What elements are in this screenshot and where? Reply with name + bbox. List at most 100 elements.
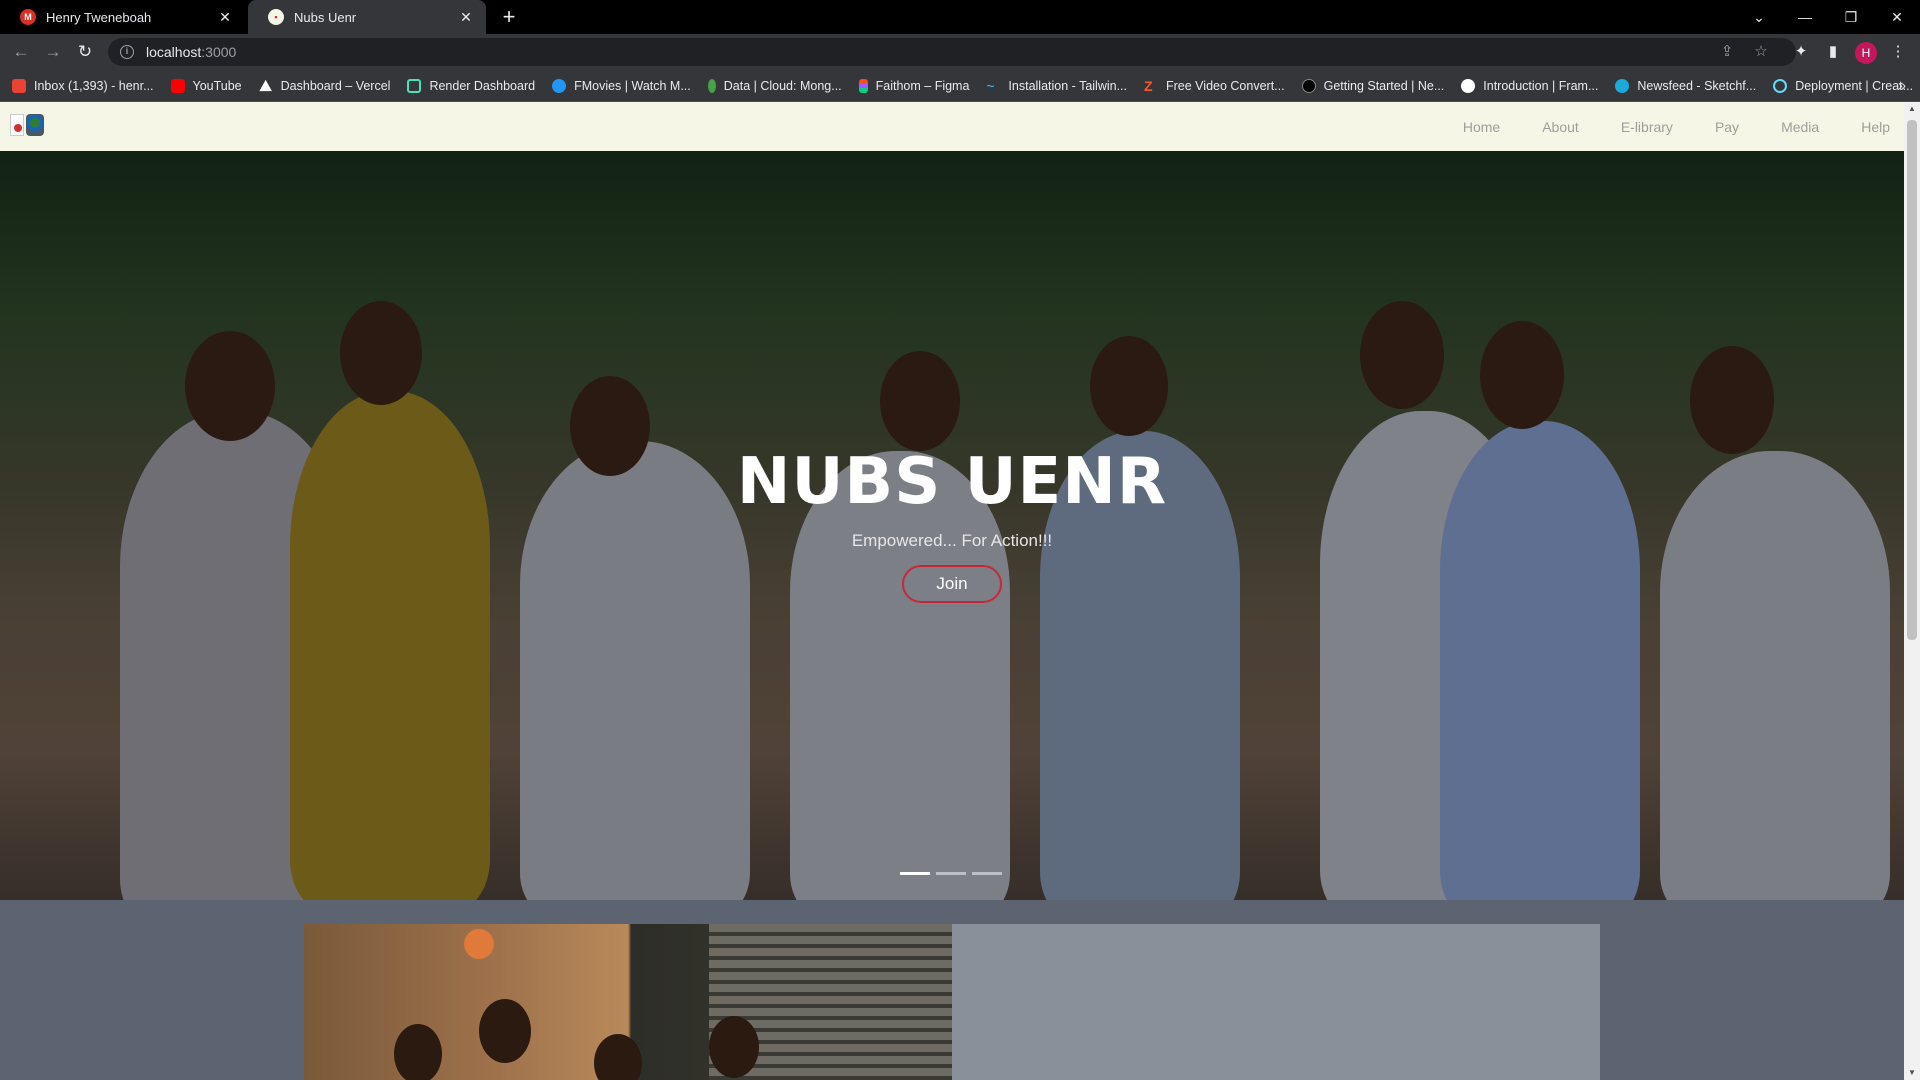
browser-toolbar: ← → ↻ i localhost:3000 ⇪ ☆ ✦ ▮ H ⋮ <box>0 34 1920 70</box>
restore-button[interactable]: ❐ <box>1828 0 1874 34</box>
tab-search-icon[interactable]: ⌄ <box>1736 0 1782 34</box>
bookmark-label: Installation - Tailwin... <box>1008 78 1127 93</box>
scrollbar-thumb[interactable] <box>1907 120 1917 640</box>
bookmarks-bar: Inbox (1,393) - henr... YouTube Dashboar… <box>0 70 1920 102</box>
photo-decoration <box>464 929 494 959</box>
youtube-icon <box>170 78 185 93</box>
more-bookmarks-icon[interactable]: » <box>1898 77 1906 93</box>
site-logo[interactable] <box>10 114 44 136</box>
hero-title: NUBS UENR <box>736 445 1168 519</box>
close-icon[interactable]: ✕ <box>217 9 233 26</box>
hero-photo-figure <box>1360 301 1444 409</box>
bookmark-gmail[interactable]: Inbox (1,393) - henr... <box>12 78 154 93</box>
hero-photo-figure <box>1690 346 1774 454</box>
bookmark-label: Dashboard – Vercel <box>280 78 391 93</box>
bookmark-vercel[interactable]: Dashboard – Vercel <box>259 78 391 93</box>
bookmark-video-converter[interactable]: Z Free Video Convert... <box>1144 79 1285 93</box>
tailwind-icon: ~ <box>986 77 995 94</box>
url-port: :3000 <box>201 44 237 60</box>
nav-media[interactable]: Media <box>1781 119 1819 135</box>
nav-help[interactable]: Help <box>1861 119 1890 135</box>
hero-content: NUBS UENR Empowered... For Action!!! Joi… <box>0 445 1904 603</box>
menu-icon[interactable]: ⋮ <box>1888 42 1908 62</box>
page-scrollbar[interactable]: ▲ ▼ <box>1904 102 1920 1080</box>
extensions-icon[interactable]: ✦ <box>1791 42 1811 62</box>
tab-henry-tweneboah[interactable]: M Henry Tweneboah ✕ <box>0 0 245 34</box>
back-button[interactable]: ← <box>9 40 33 64</box>
new-tab-button[interactable]: + <box>496 4 522 30</box>
bookmark-star-icon[interactable]: ☆ <box>1752 43 1770 61</box>
window-close-button[interactable]: ✕ <box>1874 0 1920 34</box>
scroll-up-icon[interactable]: ▲ <box>1904 102 1920 116</box>
bookmark-label: Getting Started | Ne... <box>1323 78 1445 93</box>
react-icon <box>1773 78 1788 93</box>
page-viewport: Home About E-library Pay Media Help NUBS… <box>0 102 1904 1080</box>
address-bar[interactable]: i localhost:3000 ⇪ ☆ <box>108 38 1796 66</box>
minimize-button[interactable]: — <box>1782 0 1828 34</box>
tab-nubs-uenr[interactable]: ▪ Nubs Uenr ✕ <box>248 0 486 34</box>
nav-e-library[interactable]: E-library <box>1621 119 1673 135</box>
about-text-panel <box>952 924 1600 1080</box>
hero-photo-figure <box>185 331 275 441</box>
bookmark-fmovies[interactable]: FMovies | Watch M... <box>552 78 691 93</box>
bookmark-mongodb[interactable]: Data | Cloud: Mong... <box>707 78 842 93</box>
bookmark-label: FMovies | Watch M... <box>574 78 691 93</box>
join-button[interactable]: Join <box>902 565 1002 603</box>
nav-about[interactable]: About <box>1542 119 1579 135</box>
bookmark-youtube[interactable]: YouTube <box>170 78 242 93</box>
framer-icon <box>1461 78 1476 93</box>
hero-photo-figure <box>340 301 422 405</box>
bookmark-label: Render Dashboard <box>429 78 536 93</box>
carousel-indicators <box>900 872 1002 875</box>
site-info-icon[interactable]: i <box>120 45 134 59</box>
carousel-indicator-1[interactable] <box>900 872 930 875</box>
photo-figure <box>594 1034 642 1080</box>
fmovies-icon <box>552 78 567 93</box>
profile-avatar[interactable]: H <box>1855 42 1877 64</box>
mongodb-icon <box>707 78 716 93</box>
bookmark-tailwind[interactable]: ~ Installation - Tailwin... <box>986 79 1127 93</box>
bookmark-framer[interactable]: Introduction | Fram... <box>1461 78 1598 93</box>
bookmark-label: Newsfeed - Sketchf... <box>1637 78 1757 93</box>
nextjs-icon <box>1301 78 1316 93</box>
carousel-indicator-3[interactable] <box>972 872 1002 875</box>
nav-pay[interactable]: Pay <box>1715 119 1739 135</box>
uenr-crest-icon <box>26 114 44 136</box>
reload-button[interactable]: ↻ <box>73 40 97 64</box>
bookmark-label: YouTube <box>192 78 242 93</box>
nav-links: Home About E-library Pay Media Help <box>1421 102 1890 151</box>
bookmark-label: Faithom – Figma <box>875 78 970 93</box>
bookmark-render[interactable]: Render Dashboard <box>407 78 536 93</box>
carousel-indicator-2[interactable] <box>936 872 966 875</box>
hero-photo-figure <box>1090 336 1168 436</box>
tab-strip: M Henry Tweneboah ✕ ▪ Nubs Uenr ✕ + ⌄ — … <box>0 0 1920 34</box>
bookmark-sketchfab[interactable]: Newsfeed - Sketchf... <box>1615 78 1757 93</box>
bookmark-nextjs[interactable]: Getting Started | Ne... <box>1301 78 1445 93</box>
bookmark-create-react-app[interactable]: Deployment | Creat... <box>1773 78 1913 93</box>
photo-figure <box>479 999 531 1063</box>
hero-photo-figure <box>880 351 960 451</box>
photo-figure <box>394 1024 442 1080</box>
hero-carousel: NUBS UENR Empowered... For Action!!! Joi… <box>0 151 1904 900</box>
render-icon <box>407 78 422 93</box>
gmail-favicon-icon: M <box>20 9 36 25</box>
nav-home[interactable]: Home <box>1463 119 1500 135</box>
vercel-icon <box>259 79 272 92</box>
side-panel-icon[interactable]: ▮ <box>1823 42 1843 62</box>
figma-icon <box>858 78 868 93</box>
nubs-logo-icon <box>10 114 24 136</box>
share-icon[interactable]: ⇪ <box>1718 43 1736 61</box>
bookmark-figma[interactable]: Faithom – Figma <box>858 78 970 93</box>
url-host: localhost <box>146 44 202 60</box>
tab-title: Nubs Uenr <box>294 9 357 25</box>
photo-figure <box>709 1016 759 1078</box>
site-favicon-icon: ▪ <box>268 9 284 25</box>
forward-button[interactable]: → <box>41 40 65 64</box>
bookmark-label: Inbox (1,393) - henr... <box>34 78 154 93</box>
about-section <box>0 900 1904 1080</box>
group-photo <box>304 924 952 1080</box>
bookmark-label: Data | Cloud: Mong... <box>723 78 842 93</box>
scroll-down-icon[interactable]: ▼ <box>1904 1066 1920 1080</box>
close-icon[interactable]: ✕ <box>458 9 474 26</box>
url-text: localhost:3000 <box>146 44 236 60</box>
